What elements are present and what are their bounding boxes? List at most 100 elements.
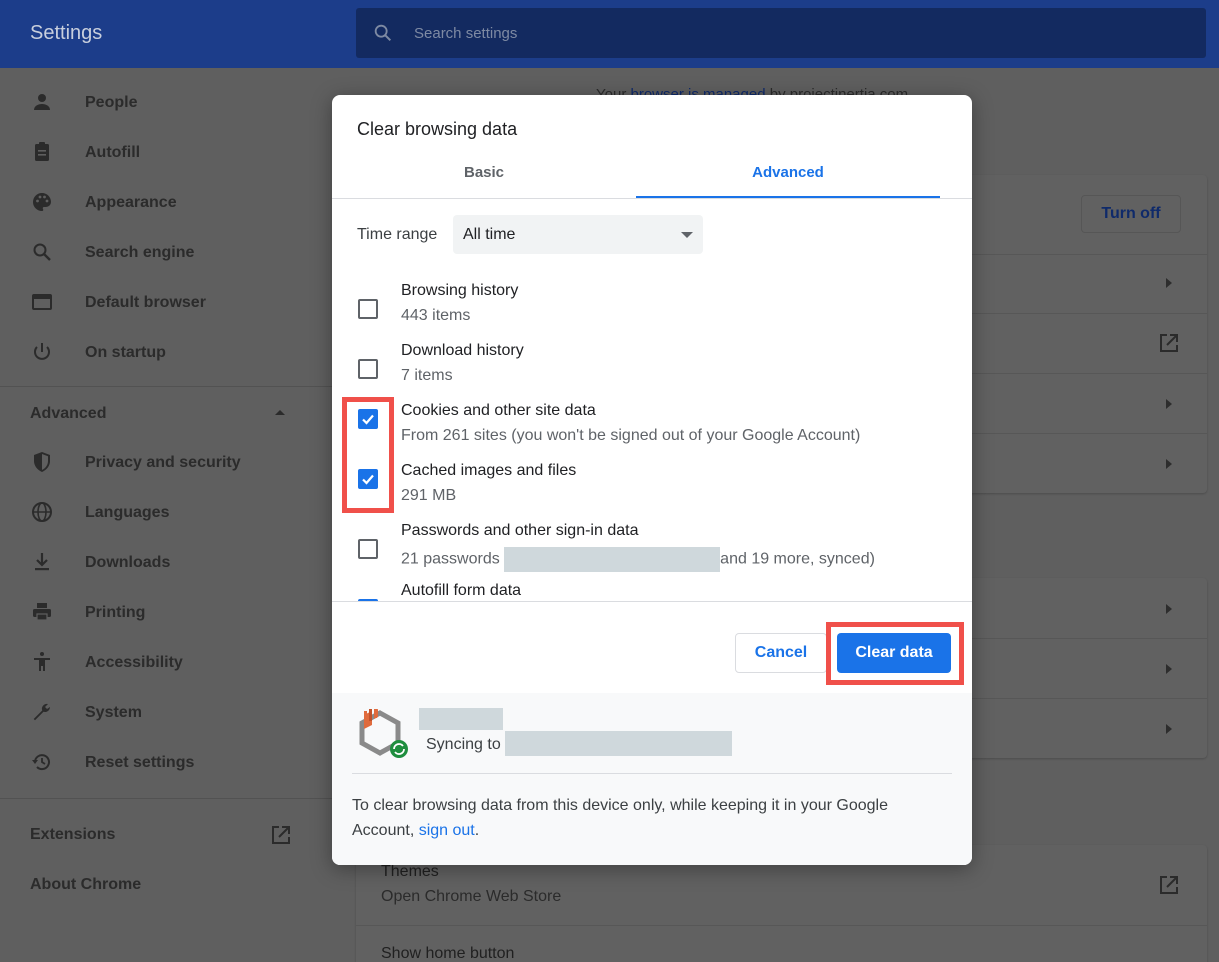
sidebar-item-label: System [85, 704, 142, 721]
download-history-checkbox[interactable] [358, 359, 378, 379]
passwords-count: 21 passwords [401, 550, 505, 568]
passwords-rest: and 19 more, synced) [720, 550, 875, 568]
list-item[interactable]: Download history 7 items [332, 335, 972, 395]
item-subtitle: 21 passwords and 19 more, synced) [401, 547, 875, 572]
item-subtitle: 291 MB [401, 487, 457, 504]
chevron-right-icon[interactable] [1166, 724, 1172, 734]
footer-divider [352, 773, 952, 774]
sidebar-item-people[interactable]: People [0, 78, 320, 128]
item-title: Autofill form data [401, 582, 522, 599]
sidebar-item-on-startup[interactable]: On startup [0, 328, 320, 378]
sidebar-item-system[interactable]: System [0, 688, 320, 738]
turn-off-button[interactable]: Turn off [1081, 195, 1181, 233]
data-type-list[interactable]: Browsing history 443 items Download hist… [332, 265, 972, 601]
cancel-button[interactable]: Cancel [735, 633, 827, 673]
printer-icon [33, 603, 51, 621]
clipboard-icon [35, 142, 49, 161]
search-box[interactable] [356, 8, 1206, 58]
chevron-right-icon[interactable] [1166, 664, 1172, 674]
list-item[interactable]: Cookies and other site data From 261 sit… [332, 395, 972, 455]
sidebar-item-label: Reset settings [85, 754, 195, 771]
time-range-value: All time [463, 226, 516, 243]
sidebar-item-search-engine[interactable]: Search engine [0, 228, 320, 278]
sidebar-item-label: Accessibility [85, 654, 183, 671]
sidebar-item-label: Search engine [85, 244, 195, 261]
sidebar-item-privacy[interactable]: Privacy and security [0, 438, 320, 488]
sidebar-item-label: People [85, 94, 138, 111]
open-in-new-icon[interactable] [1158, 874, 1180, 896]
tab-basic[interactable]: Basic [332, 153, 636, 199]
list-item[interactable]: Browsing history 443 items [332, 275, 972, 335]
highlight-checkboxes [342, 397, 394, 513]
sidebar-item-label: On startup [85, 344, 166, 361]
list-item[interactable]: Autofill form data [332, 575, 972, 601]
sidebar-item-accessibility[interactable]: Accessibility [0, 638, 320, 688]
sidebar-divider [0, 386, 345, 387]
time-range-select[interactable]: All time [453, 215, 703, 254]
sidebar-item-appearance[interactable]: Appearance [0, 178, 320, 228]
sidebar-item-label: Default browser [85, 294, 206, 311]
sign-out-link[interactable]: sign out [419, 822, 475, 839]
sidebar: People Autofill Appearance Search engine… [0, 68, 345, 962]
dialog-footer: Syncing to To clear browsing data from t… [332, 693, 972, 865]
list-item[interactable]: Cached images and files 291 MB [332, 455, 972, 515]
sidebar-item-languages[interactable]: Languages [0, 488, 320, 538]
open-in-new-icon[interactable] [1158, 332, 1180, 354]
power-icon [34, 343, 50, 360]
item-subtitle: 7 items [401, 367, 453, 384]
download-icon [35, 553, 49, 571]
top-bar: Settings [0, 0, 1219, 68]
person-icon [34, 94, 50, 110]
sidebar-item-about[interactable]: About Chrome [30, 876, 141, 894]
chevron-right-icon[interactable] [1166, 399, 1172, 409]
item-title: Cookies and other site data [401, 402, 596, 419]
shield-icon [34, 452, 50, 472]
sidebar-item-autofill[interactable]: Autofill [0, 128, 320, 178]
open-in-new-icon[interactable] [270, 824, 292, 846]
passwords-checkbox[interactable] [358, 539, 378, 559]
list-item[interactable]: Passwords and other sign-in data 21 pass… [332, 515, 972, 575]
accessibility-icon [34, 652, 50, 671]
sidebar-section-advanced[interactable]: Advanced [30, 405, 106, 423]
search-icon [374, 24, 392, 42]
search-icon [33, 243, 51, 261]
sidebar-item-label: Downloads [85, 554, 171, 571]
sidebar-item-label: Appearance [85, 194, 177, 211]
tabs-divider [332, 198, 972, 199]
item-title: Cached images and files [401, 462, 577, 479]
palette-icon [32, 193, 51, 211]
chevron-right-icon[interactable] [1166, 604, 1172, 614]
sidebar-item-extensions[interactable]: Extensions [30, 826, 115, 844]
chevron-up-icon[interactable] [274, 408, 286, 416]
sidebar-item-label: Autofill [85, 144, 141, 161]
home-button-label: Show home button [381, 945, 515, 962]
item-title: Passwords and other sign-in data [401, 522, 639, 539]
redacted-account-name [419, 708, 503, 730]
search-input[interactable] [414, 8, 1114, 58]
clear-browsing-data-dialog: Clear browsing data Basic Advanced Time … [332, 95, 972, 865]
sidebar-item-label: Privacy and security [85, 454, 241, 471]
footer-note: To clear browsing data from this device … [352, 793, 932, 843]
globe-icon [32, 502, 52, 522]
browsing-history-checkbox[interactable] [358, 299, 378, 319]
sidebar-item-label: Printing [85, 604, 146, 621]
sidebar-item-default-browser[interactable]: Default browser [0, 278, 320, 328]
dialog-title: Clear browsing data [357, 119, 518, 139]
item-title: Browsing history [401, 282, 519, 299]
sidebar-item-downloads[interactable]: Downloads [0, 538, 320, 588]
sidebar-divider [0, 798, 345, 799]
dropdown-arrow-icon [681, 232, 693, 238]
list-divider [332, 601, 972, 602]
app-title: Settings [30, 22, 103, 44]
redacted-sync-email [505, 731, 732, 756]
chevron-right-icon[interactable] [1166, 459, 1172, 469]
browser-window-icon [32, 294, 52, 310]
time-range-label: Time range [357, 226, 438, 243]
sidebar-item-reset[interactable]: Reset settings [0, 738, 320, 788]
sidebar-item-printing[interactable]: Printing [0, 588, 320, 638]
tab-advanced[interactable]: Advanced [636, 153, 940, 199]
themes-subtitle: Open Chrome Web Store [381, 888, 562, 905]
highlight-clear-data [826, 622, 964, 685]
chevron-right-icon[interactable] [1166, 278, 1172, 288]
redacted-block [504, 547, 721, 572]
